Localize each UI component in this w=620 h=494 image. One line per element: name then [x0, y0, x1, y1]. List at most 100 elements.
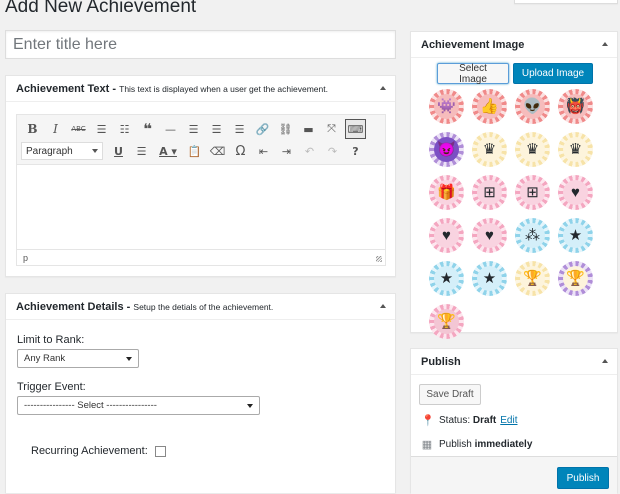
trigger-event-select[interactable]: ---------------- Select ---------------- [17, 396, 260, 415]
collapse-toggle-icon[interactable] [602, 359, 608, 363]
redo-icon[interactable]: ↷ [321, 140, 344, 162]
justify-icon[interactable]: ☰ [130, 140, 153, 162]
underline-icon[interactable]: U [107, 140, 130, 162]
badge-thumbs-up[interactable]: 👍 [472, 89, 507, 124]
badge-trophy-pink[interactable]: 🏆 [429, 304, 464, 339]
numbered-list-icon[interactable]: ☷ [113, 118, 136, 140]
link-icon[interactable]: 🔗 [251, 118, 274, 140]
badge-gift-plus-icon: ⊞ [477, 180, 502, 205]
publish-button[interactable]: Publish [557, 467, 609, 489]
format-select[interactable]: Paragraph [21, 142, 103, 160]
blockquote-icon[interactable]: ❝ [136, 118, 159, 140]
save-draft-button[interactable]: Save Draft [419, 384, 481, 405]
badge-one-eyed-monster-icon: 👽 [520, 94, 545, 119]
badge-trophy-gold[interactable]: 🏆 [515, 261, 550, 296]
badge-crown-2[interactable]: ♛ [515, 132, 550, 167]
badge-crown-3-icon: ♛ [563, 137, 588, 162]
rich-text-editor: B I ABC ☰ ☷ ❝ — ☰ ☰ ☰ 🔗 ⛓ ▬ ⤧ ⌨ Paragrap… [16, 114, 386, 266]
badge-green-monster[interactable]: 👾 [429, 89, 464, 124]
achievement-text-heading: Achievement Text - This text is displaye… [16, 82, 328, 95]
limit-rank-select[interactable]: Any Rank [17, 349, 139, 368]
badge-trophy-purple[interactable]: 🏆 [558, 261, 593, 296]
toolbar-toggle-icon[interactable]: ⌨ [345, 119, 366, 139]
unlink-icon[interactable]: ⛓ [274, 118, 297, 140]
bold-icon[interactable]: B [21, 118, 44, 140]
badge-trophy-gold-icon: 🏆 [520, 266, 545, 291]
achievement-image-box: Achievement Image Select Image Upload Im… [410, 31, 618, 339]
calendar-icon: ▦ [421, 439, 433, 451]
select-image-button[interactable]: Select Image [437, 63, 509, 85]
trigger-event-label: Trigger Event: [17, 381, 86, 393]
badge-star-2[interactable]: ★ [472, 261, 507, 296]
publish-heading: Publish [421, 355, 461, 368]
align-center-icon[interactable]: ☰ [205, 118, 228, 140]
screen-options-tab[interactable] [514, 0, 618, 4]
badge-green-monster-icon: 👾 [434, 94, 459, 119]
badge-crown-1[interactable]: ♛ [472, 132, 507, 167]
badge-gift-plus[interactable]: ⊞ [472, 175, 507, 210]
editor-path: p [23, 252, 29, 263]
achievement-text-header[interactable]: Achievement Text - This text is displaye… [6, 76, 395, 102]
badge-gift-box[interactable]: 🎁 [429, 175, 464, 210]
editor-status-bar: p [17, 249, 385, 265]
pin-icon: 📍 [421, 415, 435, 427]
achievement-details-heading: Achievement Details - Setup the detials … [16, 300, 274, 313]
toolbar-row-2: Paragraph U ☰ A ▾ 📋 ⌫ Ω ⇤ ⇥ ↶ ↷ ? [21, 140, 367, 162]
italic-icon[interactable]: I [44, 118, 67, 140]
editor-content-area[interactable] [17, 165, 385, 249]
badge-star-1[interactable]: ★ [429, 261, 464, 296]
text-color-icon[interactable]: A ▾ [153, 140, 183, 162]
status-edit-link[interactable]: Edit [500, 415, 517, 426]
chevron-down-icon [247, 403, 253, 408]
publish-schedule-value: immediately [474, 439, 533, 450]
badge-heart[interactable]: ♥ [472, 218, 507, 253]
help-icon[interactable]: ? [344, 140, 367, 162]
paste-as-text-icon[interactable]: 📋 [183, 140, 206, 162]
outdent-icon[interactable]: ⇤ [252, 140, 275, 162]
badge-trophy-purple-icon: 🏆 [563, 266, 588, 291]
horizontal-rule-icon[interactable]: — [159, 118, 182, 140]
editor-toolbar: B I ABC ☰ ☷ ❝ — ☰ ☰ ☰ 🔗 ⛓ ▬ ⤧ ⌨ Paragrap… [17, 115, 385, 165]
special-character-icon[interactable]: Ω [229, 140, 252, 162]
badge-gift-plus-2[interactable]: ⊞ [515, 175, 550, 210]
recurring-achievement-checkbox[interactable] [155, 446, 166, 457]
indent-icon[interactable]: ⇥ [275, 140, 298, 162]
badge-heart-icon: ♥ [477, 223, 502, 248]
badge-stars-icon: ⁂ [520, 223, 545, 248]
publish-schedule-label: Publish [439, 439, 472, 450]
limit-rank-value: Any Rank [24, 353, 66, 364]
badge-stars[interactable]: ⁂ [515, 218, 550, 253]
chevron-down-icon [92, 149, 98, 153]
read-more-icon[interactable]: ▬ [297, 118, 320, 140]
publish-header[interactable]: Publish [411, 349, 617, 375]
status-row: 📍 Status: Draft Edit [421, 414, 518, 427]
resize-grip-icon[interactable] [376, 256, 382, 262]
collapse-toggle-icon[interactable] [380, 86, 386, 90]
publish-actions: Publish [411, 456, 617, 494]
achievement-image-header[interactable]: Achievement Image [411, 32, 617, 58]
fullscreen-icon[interactable]: ⤧ [320, 118, 343, 140]
badge-one-eyed-monster[interactable]: 👽 [515, 89, 550, 124]
clear-formatting-icon[interactable]: ⌫ [206, 140, 229, 162]
badge-star-bowl[interactable]: ★ [558, 218, 593, 253]
upload-image-button[interactable]: Upload Image [513, 63, 593, 84]
title-input[interactable] [5, 30, 396, 59]
strikethrough-icon[interactable]: ABC [67, 118, 90, 140]
achievement-details-header[interactable]: Achievement Details - Setup the detials … [6, 294, 395, 320]
chevron-down-icon [126, 356, 132, 361]
badge-teal-monster[interactable]: 👹 [558, 89, 593, 124]
align-right-icon[interactable]: ☰ [228, 118, 251, 140]
badge-teal-monster-icon: 👹 [563, 94, 588, 119]
bullet-list-icon[interactable]: ☰ [90, 118, 113, 140]
achievement-details-box: Achievement Details - Setup the detials … [5, 293, 396, 493]
badge-heart-minus[interactable]: ♥ [558, 175, 593, 210]
badge-purple-monster[interactable]: 😈 [429, 132, 464, 167]
undo-icon[interactable]: ↶ [298, 140, 321, 162]
badge-crown-3[interactable]: ♛ [558, 132, 593, 167]
align-left-icon[interactable]: ☰ [182, 118, 205, 140]
collapse-toggle-icon[interactable] [380, 304, 386, 308]
badge-heart-plus[interactable]: ♥ [429, 218, 464, 253]
trigger-event-value: ---------------- Select ---------------- [24, 400, 157, 411]
achievement-image-heading: Achievement Image [421, 38, 525, 51]
collapse-toggle-icon[interactable] [602, 42, 608, 46]
